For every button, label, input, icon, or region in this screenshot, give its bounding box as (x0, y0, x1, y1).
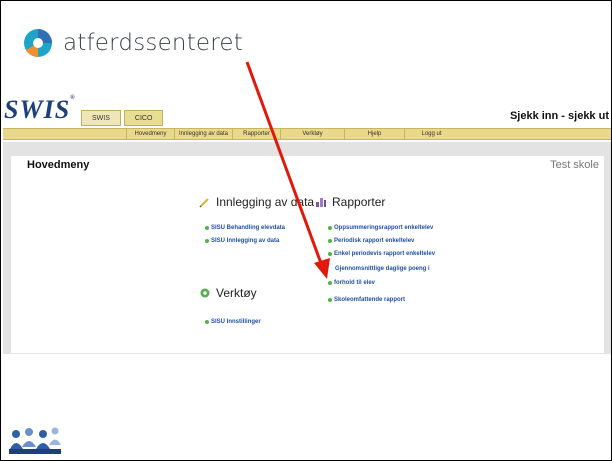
menu-item-logg-ut[interactable]: Logg ut (404, 129, 458, 140)
chart-icon (316, 198, 326, 207)
content-panel (11, 156, 604, 353)
link-enkel-periodevis-rapport[interactable]: Enkel periodevis rapport enkeltelev (328, 251, 435, 257)
link-gjennomsnittlige-daglige-poeng[interactable]: Gjennomsnittlige daglige poeng i (335, 266, 430, 272)
menu-item-innlegging[interactable]: Innlegging av data (174, 129, 232, 140)
gear-icon (200, 288, 210, 298)
menu-item-hjelp[interactable]: Hjelp (344, 129, 404, 140)
link-sisu-innstillinger[interactable]: SISU Innstillinger (205, 319, 261, 325)
tab-cico[interactable]: CICO (123, 110, 164, 126)
link-periodisk-rapport[interactable]: Periodisk rapport enkeltelev (328, 238, 414, 244)
pencil-icon (199, 198, 209, 208)
org-name: atferdssenteret (63, 30, 243, 56)
header-title: Sjekk inn - sjekk ut (509, 110, 609, 122)
bullet-icon (328, 252, 332, 256)
menu-item-hovedmeny[interactable]: Hovedmeny (126, 129, 174, 140)
slide: atferdssenteret SWIS® SWIS CICO Sjekk in… (0, 0, 612, 461)
bullet-icon (205, 320, 209, 324)
bullet-icon (328, 226, 332, 230)
bullet-icon (205, 226, 209, 230)
school-name: Test skole (550, 159, 599, 171)
link-forhold-til-elev[interactable]: forhold til elev (328, 280, 375, 286)
atferdssenteret-logo: atferdssenteret (23, 28, 243, 58)
app-tabs: SWIS CICO (81, 110, 164, 126)
section-data-entry-title: Innlegging av data (199, 195, 314, 209)
tab-swis[interactable]: SWIS (81, 110, 121, 126)
section-reports-title: Rapporter (315, 195, 385, 209)
menu-item-rapporter[interactable]: Rapporter (232, 129, 280, 140)
link-sisu-innlegging[interactable]: SISU Innlegging av data (205, 238, 279, 244)
app-logo: SWIS® (4, 95, 76, 124)
bullet-icon (328, 239, 332, 243)
content-frame (3, 142, 611, 354)
atferdssenteret-logo-mark-icon (24, 29, 52, 57)
menu-item-verktoy[interactable]: Verktøy (280, 129, 344, 140)
main-menu-bar: Hovedmeny Innlegging av data Rapporter V… (3, 128, 611, 140)
page-title: Hovedmeny (27, 159, 90, 171)
link-oppsummeringsrapport[interactable]: Oppsummeringsrapport enkeltelev (328, 225, 433, 231)
bullet-icon (328, 281, 332, 285)
section-tools-title: Verktøy (199, 286, 257, 300)
bullet-icon (328, 298, 332, 302)
link-skoleomfattende-rapport[interactable]: Skoleomfattende rapport (328, 297, 405, 303)
link-sisu-behandling[interactable]: SISU Behandling elevdata (205, 225, 285, 231)
bullet-icon (205, 239, 209, 243)
people-logo-icon (7, 425, 63, 455)
